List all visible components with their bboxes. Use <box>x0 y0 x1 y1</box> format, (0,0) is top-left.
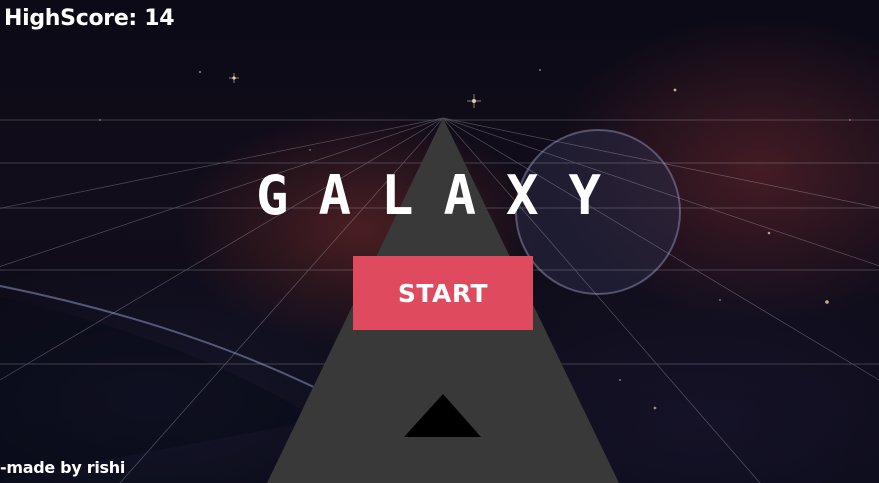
star-icon <box>619 379 621 381</box>
game-title: GALAXY <box>255 164 632 227</box>
star-icon <box>767 231 771 235</box>
start-button[interactable]: START <box>353 256 533 330</box>
star-icon <box>653 406 657 410</box>
game-screen: HighScore: 14 GALAXY START -made by rish… <box>0 0 879 483</box>
star-icon <box>539 69 541 71</box>
highscore-label: HighScore: 14 <box>4 6 175 31</box>
star-icon <box>719 299 721 301</box>
game-scene <box>0 69 879 483</box>
star-icon <box>199 71 201 73</box>
star-icon <box>825 300 829 304</box>
planet-surface <box>0 296 320 480</box>
star-glints <box>229 73 481 108</box>
star-icon <box>309 149 311 151</box>
credit-label: -made by rishi <box>0 458 126 477</box>
star-icon <box>673 88 677 92</box>
